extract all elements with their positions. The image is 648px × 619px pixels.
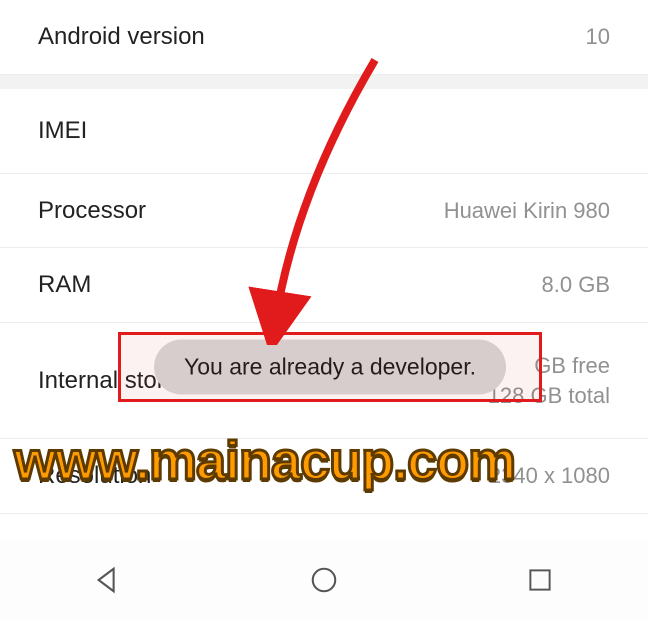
processor-label: Processor [38,197,146,225]
resolution-value: 2340 x 1080 [489,461,610,491]
imei-label: IMEI [38,117,87,145]
nav-home-button[interactable] [308,564,340,596]
nav-recent-button[interactable] [524,564,556,596]
ram-value: 8.0 GB [542,270,610,300]
resolution-label: Resolution [38,462,151,490]
android-version-label: Android version [38,23,205,51]
circle-home-icon [309,565,339,595]
row-android-version[interactable]: Android version 10 [0,0,648,75]
android-nav-bar [0,541,648,619]
row-imei[interactable]: IMEI [0,89,648,174]
row-ram[interactable]: RAM 8.0 GB [0,248,648,323]
row-processor[interactable]: Processor Huawei Kirin 980 [0,174,648,249]
triangle-back-icon [93,565,123,595]
android-version-value: 10 [586,22,610,52]
row-resolution[interactable]: Resolution 2340 x 1080 [0,439,648,514]
storage-free: GB free [534,351,610,381]
square-recent-icon [526,566,554,594]
processor-value: Huawei Kirin 980 [444,196,610,226]
section-divider [0,75,648,89]
toast-container: You are already a developer. [124,338,536,396]
toast-message: You are already a developer. [154,340,506,395]
ram-label: RAM [38,271,91,299]
nav-back-button[interactable] [92,564,124,596]
